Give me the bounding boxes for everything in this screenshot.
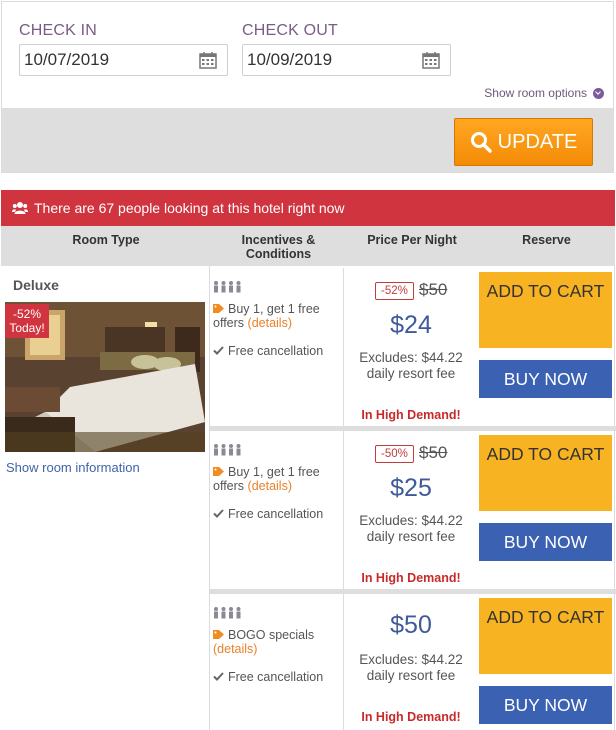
check-out-value: 10/09/2019 — [247, 50, 333, 69]
check-in-label: CHECK IN — [19, 22, 98, 39]
high-demand-label: In High Demand! — [361, 710, 461, 724]
show-room-options-label: Show room options — [484, 86, 587, 100]
add-to-cart-button[interactable]: ADD TO CART — [479, 272, 612, 348]
tag-icon — [213, 304, 224, 313]
offer-incentives: Buy 1, get 1 free offers (details) Free … — [210, 268, 344, 426]
offer-reserve: ADD TO CART BUY NOW — [479, 431, 613, 589]
offer-details-link[interactable]: (details) — [213, 642, 257, 656]
old-price: $50 — [419, 280, 448, 299]
resort-fee-note: Excludes: $44.22 daily resort fee — [359, 513, 463, 544]
high-demand-label: In High Demand! — [361, 571, 461, 585]
offer-reserve: ADD TO CART BUY NOW — [479, 268, 613, 426]
tag-icon — [213, 630, 224, 639]
header-price: Price Per Night — [367, 233, 457, 247]
add-to-cart-button[interactable]: ADD TO CART — [479, 435, 612, 511]
offer-description: BOGO specials (details) — [213, 628, 341, 656]
update-bar: UPDATE — [2, 108, 613, 172]
search-icon — [470, 132, 492, 153]
buy-now-button[interactable]: BUY NOW — [479, 686, 612, 724]
show-room-information-link[interactable]: Show room information — [6, 460, 140, 475]
divider — [614, 266, 615, 730]
offer-row: BOGO specials (details) Free cancellatio… — [210, 594, 616, 730]
offer-description: Buy 1, get 1 free offers (details) — [213, 465, 341, 493]
offer-row: Buy 1, get 1 free offers (details) Free … — [210, 431, 616, 589]
resort-fee-note: Excludes: $44.22 daily resort fee — [359, 350, 463, 381]
offer-row: Buy 1, get 1 free offers (details) Free … — [210, 268, 616, 426]
old-price: $50 — [419, 443, 448, 462]
free-cancellation-text: Free cancellation — [228, 344, 324, 358]
discount-percent: -50% — [375, 445, 414, 463]
people-icon — [214, 281, 241, 293]
table-header: Room Type Incentives & Conditions Price … — [1, 226, 615, 266]
header-room-type: Room Type — [72, 233, 140, 247]
date-card: CHECK IN 10/07/2019 CHECK OUT 10/09/2019… — [1, 1, 614, 173]
check-in-value: 10/07/2019 — [24, 50, 110, 69]
show-room-options-link[interactable]: Show room options — [484, 86, 604, 100]
viewers-alert: There are 67 people looking at this hote… — [1, 190, 615, 226]
header-incentives: Incentives & Conditions — [241, 233, 316, 261]
free-cancellation-text: Free cancellation — [228, 507, 324, 521]
high-demand-label: In High Demand! — [361, 408, 461, 422]
discount-badge-pct: -52% — [12, 307, 41, 321]
current-price: $24 — [390, 311, 432, 339]
people-icon — [214, 444, 241, 456]
offer-text: BOGO specials — [228, 628, 315, 642]
buy-now-button[interactable]: BUY NOW — [479, 523, 612, 561]
room-column: Deluxe -52% Today! Show room information — [1, 266, 209, 730]
add-to-cart-button[interactable]: ADD TO CART — [479, 598, 612, 674]
check-in-group: CHECK IN 10/07/2019 — [19, 22, 228, 76]
update-label: UPDATE — [497, 130, 578, 153]
buy-now-button[interactable]: BUY NOW — [479, 360, 612, 398]
check-out-group: CHECK OUT 10/09/2019 — [242, 22, 451, 76]
free-cancellation: Free cancellation — [213, 344, 323, 358]
calendar-icon[interactable] — [199, 51, 217, 69]
offer-details-link[interactable]: (details) — [248, 479, 292, 493]
check-icon — [213, 672, 224, 681]
offer-price: -52% $50 $24 Excludes: $44.22 daily reso… — [345, 268, 477, 426]
tag-icon — [213, 467, 224, 476]
free-cancellation: Free cancellation — [213, 507, 323, 521]
users-icon — [12, 202, 28, 214]
alert-text: There are 67 people looking at this hote… — [34, 200, 345, 216]
offer-details-link[interactable]: (details) — [248, 316, 292, 330]
current-price: $25 — [390, 474, 432, 502]
offer-price: -50% $50 $25 Excludes: $44.22 daily reso… — [345, 431, 477, 589]
discount-badge: -52% Today! — [5, 304, 49, 338]
calendar-icon[interactable] — [422, 51, 440, 69]
offer-reserve: ADD TO CART BUY NOW — [479, 594, 613, 730]
room-name: Deluxe — [13, 277, 59, 293]
check-in-field[interactable]: 10/07/2019 — [19, 44, 228, 76]
offer-incentives: BOGO specials (details) Free cancellatio… — [210, 594, 344, 730]
check-out-label: CHECK OUT — [242, 22, 339, 39]
update-button[interactable]: UPDATE — [454, 118, 593, 166]
discount-badge-text: Today! — [9, 321, 45, 335]
header-reserve: Reserve — [522, 233, 571, 247]
people-icon — [214, 607, 241, 619]
resort-fee-note: Excludes: $44.22 daily resort fee — [359, 652, 463, 683]
discount-percent: -52% — [375, 282, 414, 300]
current-price: $50 — [390, 611, 432, 639]
check-out-field[interactable]: 10/09/2019 — [242, 44, 451, 76]
chevron-down-icon — [593, 87, 604, 99]
check-icon — [213, 509, 224, 518]
check-icon — [213, 346, 224, 355]
free-cancellation: Free cancellation — [213, 670, 323, 684]
free-cancellation-text: Free cancellation — [228, 670, 324, 684]
offer-incentives: Buy 1, get 1 free offers (details) Free … — [210, 431, 344, 589]
offer-price: $50 Excludes: $44.22 daily resort fee In… — [345, 594, 477, 730]
offer-description: Buy 1, get 1 free offers (details) — [213, 302, 341, 330]
